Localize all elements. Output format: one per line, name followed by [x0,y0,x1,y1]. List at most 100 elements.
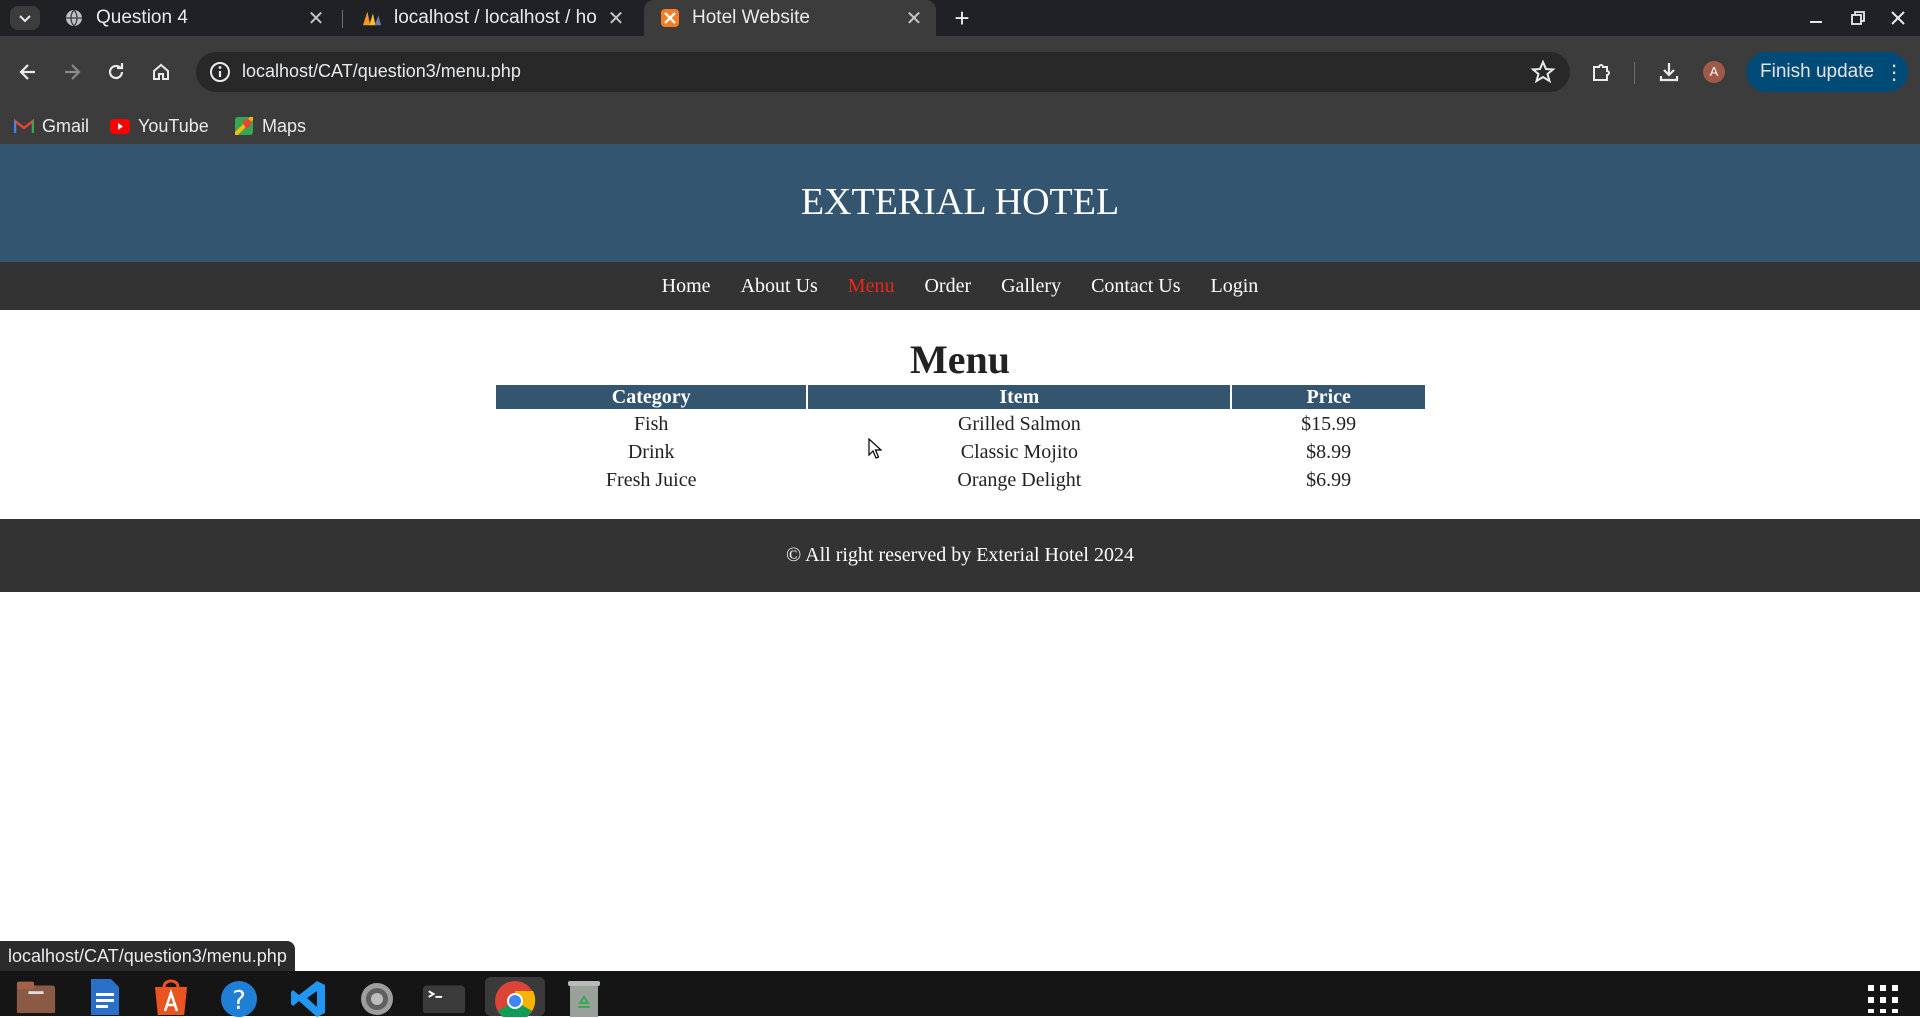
taskbar-trash[interactable] [563,977,605,1017]
page-title: Menu [910,337,1010,382]
chevron-down-icon [19,15,31,23]
site-nav: Home About Us Menu Order Gallery Contact… [0,262,1920,310]
nav-login[interactable]: Login [1211,275,1259,298]
url-text[interactable]: localhost/CAT/question3/menu.php [242,61,521,82]
tab-title: Question 4 [96,7,188,28]
arrow-right-icon [65,64,81,80]
site-footer: © All right reserved by Exterial Hotel 2… [0,519,1920,592]
new-tab-button[interactable]: + [948,4,976,32]
nav-home[interactable]: Home [662,275,711,298]
taskbar-terminal[interactable] [423,977,465,1016]
finish-update-label: Finish update [1760,61,1875,82]
minimize-button[interactable] [1796,0,1836,36]
cell-category: Drink [627,440,675,463]
tab-phpmyadmin[interactable]: localhost / localhost / ho ✕ [346,0,638,36]
table-row: Drink Classic Mojito $8.99 [496,439,1425,465]
bookmarks-bar: Gmail YouTube Maps [0,108,1920,144]
globe-icon [64,8,84,28]
more-vert-icon[interactable]: ⋮ [1884,60,1904,85]
chrome-icon [495,981,536,1017]
taskbar-files[interactable] [15,977,57,1016]
phpmyadmin-icon [362,8,382,28]
menu-table: Category Item Price Fish Grilled Salmon … [494,383,1427,495]
cell-category: Fresh Juice [605,468,697,491]
close-icon[interactable]: ✕ [902,6,926,31]
back-button[interactable] [10,54,46,90]
site-title: EXTERIAL HOTEL [800,181,1120,223]
show-apps-button[interactable] [1866,983,1900,1015]
bookmark-star-icon[interactable] [1530,59,1556,85]
nav-about-us[interactable]: About Us [741,275,818,298]
mouse-cursor-icon [868,438,882,459]
arrow-left-icon [19,64,35,80]
taskbar-help[interactable]: ? [218,977,260,1017]
taskbar-vscode[interactable] [288,977,330,1017]
tab-divider [342,10,343,28]
maps-icon [234,117,254,135]
taskbar-writer[interactable] [84,977,126,1016]
bookmark-maps[interactable]: Maps [234,108,306,144]
taskbar-settings[interactable] [356,977,398,1016]
forward-button[interactable] [54,54,90,90]
tab-title: Hotel Website [692,7,810,28]
close-icon[interactable]: ✕ [304,6,328,31]
bookmark-youtube[interactable]: YouTube [110,108,209,144]
app-store-icon [155,979,187,1015]
taskbar-chrome[interactable] [485,977,545,1017]
restore-button[interactable] [1838,0,1878,36]
nav-gallery[interactable]: Gallery [1001,275,1061,298]
footer-text: © All right reserved by Exterial Hotel 2… [786,544,1134,566]
reload-button[interactable] [98,54,134,90]
cell-price: $8.99 [1306,440,1352,463]
youtube-icon [110,118,130,134]
restore-icon [1851,11,1865,25]
bookmark-gmail[interactable]: Gmail [14,108,89,144]
extensions-button[interactable] [1584,54,1620,90]
web-page: EXTERIAL HOTEL Home About Us Menu Order … [0,144,1920,970]
close-window-button[interactable] [1878,0,1918,36]
address-bar[interactable]: localhost/CAT/question3/menu.php [196,52,1570,92]
apps-grid-icon [1868,985,1898,1015]
tab-hotel-website[interactable]: Hotel Website ✕ [644,0,936,36]
tab-title: localhost / localhost / ho [394,7,597,28]
finish-update-button[interactable]: Finish update ⋮ [1746,52,1908,92]
nav-order[interactable]: Order [924,275,971,298]
puzzle-icon [1593,64,1610,81]
bookmark-label: Gmail [42,115,90,136]
site-info-icon[interactable] [208,60,232,84]
table-header-row: Category Item Price [496,385,1425,409]
home-icon [153,63,169,80]
cell-category: Fish [633,412,669,435]
taskbar: ? [0,971,1920,1017]
table-row: Fresh Juice Orange Delight $6.99 [496,467,1425,493]
close-icon[interactable]: ✕ [604,6,628,31]
nav-menu[interactable]: Menu [848,275,895,298]
document-icon [91,979,119,1015]
profile-avatar[interactable]: A [1703,61,1725,83]
browser-chrome: Question 4 ✕ localhost / localhost / ho … [0,0,1920,144]
tab-question-4[interactable]: Question 4 ✕ [48,0,338,36]
downloads-button[interactable] [1651,54,1687,90]
column-header-category: Category [496,385,807,409]
tab-strip: Question 4 ✕ localhost / localhost / ho … [0,0,1920,36]
taskbar-app-center[interactable] [150,977,192,1016]
close-icon [1891,11,1905,25]
trash-icon [568,981,600,1017]
bookmark-label: YouTube [138,115,209,136]
bookmark-label: Maps [262,115,307,136]
tab-search-button[interactable] [10,6,40,30]
xampp-icon [660,8,680,28]
cell-price: $6.99 [1306,468,1352,491]
vscode-icon [291,981,325,1017]
site-header: EXTERIAL HOTEL [0,144,1920,262]
browser-toolbar: localhost/CAT/question3/menu.php A Finis… [0,36,1920,108]
reload-icon [108,63,124,80]
nav-contact-us[interactable]: Contact Us [1091,275,1180,298]
minimize-icon [1810,21,1822,23]
terminal-icon [423,985,465,1013]
table-row: Fish Grilled Salmon $15.99 [496,411,1425,437]
home-button[interactable] [143,54,179,90]
cell-price: $15.99 [1301,412,1357,435]
cell-item: Grilled Salmon [957,412,1081,435]
cell-item: Orange Delight [957,468,1082,491]
